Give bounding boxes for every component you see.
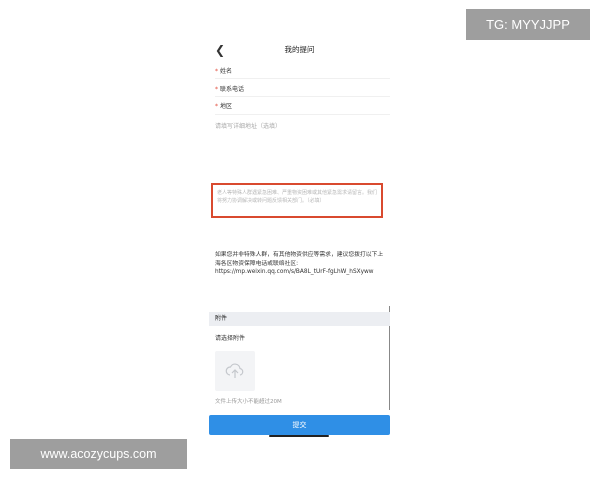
attachment-header-label: 附件 (215, 315, 228, 322)
request-placeholder: 老人等特殊人群遇紧急困难、严重物资困难或其他紧急需求请留言。我们将努力协调解决或… (217, 190, 378, 204)
divider (215, 96, 390, 97)
request-textarea-highlight[interactable]: 老人等特殊人群遇紧急困难、严重物资困难或其他紧急需求请留言。我们将努力协调解决或… (211, 183, 383, 218)
address-field[interactable]: 请填写详细地址（选填） (215, 121, 385, 135)
file-size-limit: 文件上传大小不能超过20M (215, 399, 282, 405)
watermark-bottom: www.acozycups.com (10, 439, 187, 469)
notice-text: 如果您并非特殊人群，有其他物资供应等需求，建议您拨打以下上海各区物资保障电话或联… (215, 251, 387, 277)
name-label: 姓名 (220, 68, 233, 75)
notice-link[interactable]: https://mp.weixin.qq.com/s/BA8L_tUrF-fgL… (215, 269, 374, 275)
required-mark: * (215, 103, 218, 110)
watermark-top: TG: MYYJJPP (466, 9, 590, 40)
phone-screen: ❮ 我的提问 * 姓名 * 联系电话 * 地区 请填写详细地址（选填） 老人等特殊人群… (209, 36, 390, 440)
divider (215, 78, 390, 79)
attachment-select-label: 请选择附件 (215, 335, 246, 342)
attachment-header: 附件 (209, 312, 390, 326)
nav-bar: ❮ 我的提问 (209, 36, 390, 64)
upload-box[interactable] (215, 351, 255, 391)
cloud-upload-icon (225, 363, 244, 378)
submit-button[interactable]: 提交 (209, 415, 390, 435)
required-mark: * (215, 68, 218, 75)
notice-body: 如果您并非特殊人群，有其他物资供应等需求，建议您拨打以下上海各区物资保障电话或联… (215, 252, 384, 267)
required-mark: * (215, 86, 218, 93)
divider (215, 114, 390, 115)
region-field[interactable]: * 地区 (215, 101, 385, 115)
address-placeholder: 请填写详细地址（选填） (215, 123, 282, 130)
phone-label: 联系电话 (220, 86, 245, 93)
page-title: 我的提问 (284, 45, 315, 54)
home-indicator (269, 435, 329, 437)
region-label: 地区 (220, 103, 233, 110)
